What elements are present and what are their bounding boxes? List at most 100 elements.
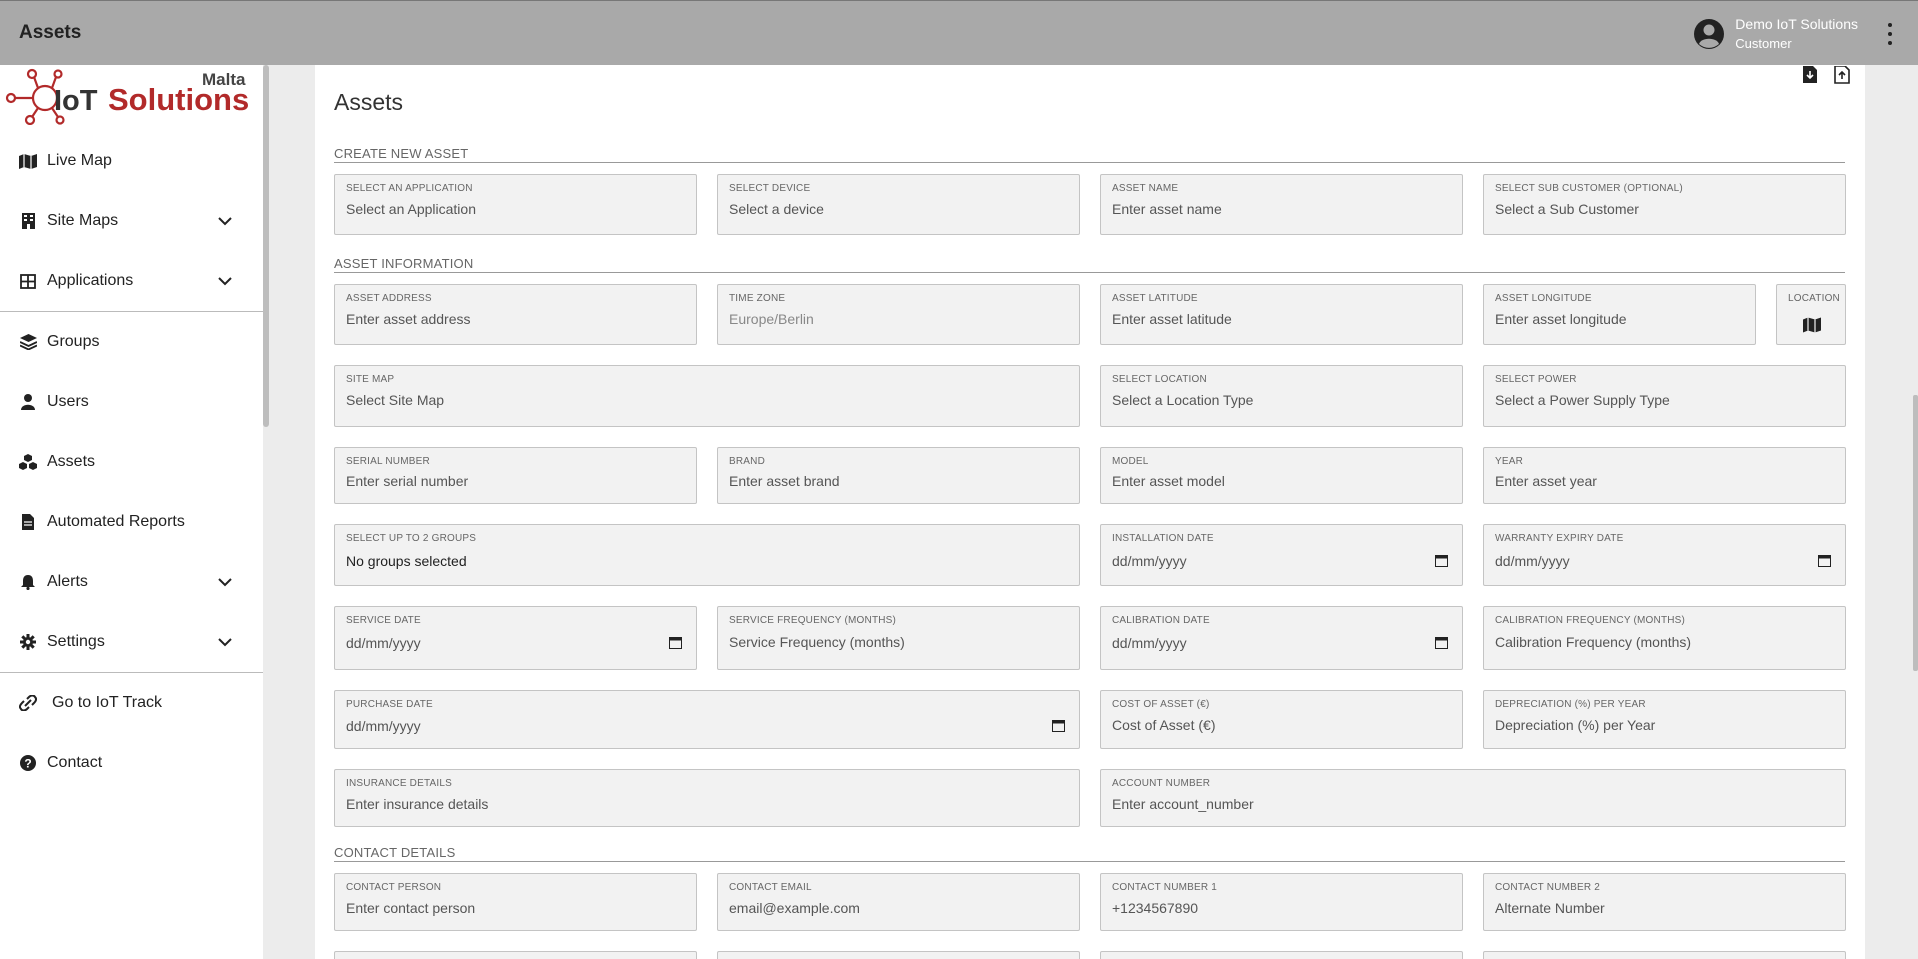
sidebar-item-label: Automated Reports [47, 513, 185, 530]
form-field[interactable] [1100, 951, 1463, 959]
sidebar-item-site-maps[interactable]: Site Maps [0, 191, 263, 251]
file-icon [18, 513, 38, 531]
asset-address-input[interactable]: ASSET ADDRESS Enter asset address [334, 284, 697, 345]
sidebar-scrollbar[interactable] [263, 65, 269, 427]
chevron-down-icon[interactable] [217, 273, 233, 289]
help-icon: ? [18, 754, 38, 772]
chevron-down-icon[interactable] [217, 574, 233, 590]
insurance-details-input[interactable]: INSURANCE DETAILS Enter insurance detail… [334, 769, 1080, 827]
user-role: Customer [1735, 36, 1792, 51]
calendar-icon[interactable] [1435, 554, 1448, 567]
cost-of-asset-input[interactable]: COST OF ASSET (€) Cost of Asset (€) [1100, 690, 1463, 749]
sidebar-item-contact[interactable]: ? Contact [0, 733, 263, 793]
location-picker-button[interactable]: LOCATION [1776, 284, 1846, 345]
device-select[interactable]: SELECT DEVICE Select a device [717, 174, 1080, 235]
main-scrollbar[interactable] [1913, 395, 1918, 671]
groups-select[interactable]: SELECT UP TO 2 GROUPS No groups selected [334, 524, 1080, 586]
contact-number-1-input[interactable]: CONTACT NUMBER 1 +1234567890 [1100, 873, 1463, 931]
sidebar-item-label: Site Maps [47, 212, 119, 229]
calibration-date-input[interactable]: CALIBRATION DATE dd/mm/yyyy [1100, 606, 1463, 670]
contact-email-input[interactable]: CONTACT EMAIL email@example.com [717, 873, 1080, 931]
building-icon [18, 212, 38, 230]
sidebar-item-label: Alerts [47, 573, 88, 590]
sidebar-item-automated-reports[interactable]: Automated Reports [0, 492, 263, 552]
sidebar-item-label: Go to IoT Track [52, 694, 162, 711]
calendar-icon[interactable] [669, 636, 682, 649]
form-field[interactable] [334, 951, 697, 959]
warranty-expiry-date-input[interactable]: WARRANTY EXPIRY DATE dd/mm/yyyy [1483, 524, 1846, 586]
service-date-input[interactable]: SERVICE DATE dd/mm/yyyy [334, 606, 697, 670]
calendar-icon[interactable] [1818, 554, 1831, 567]
sidebar: IoT Solutions Malta Live Map Site Maps A… [0, 65, 263, 959]
sidebar-item-settings[interactable]: Settings [0, 612, 263, 672]
section-contact-details: CONTACT DETAILS [334, 845, 1845, 862]
chevron-down-icon[interactable] [217, 213, 233, 229]
form-field[interactable] [717, 951, 1080, 959]
sidebar-item-label: Contact [47, 754, 103, 771]
top-bar: Assets Demo IoT Solutions Customer [0, 0, 1918, 65]
upload-icon[interactable] [1834, 66, 1850, 84]
grid-icon [18, 272, 38, 290]
calibration-frequency-input[interactable]: CALIBRATION FREQUENCY (MONTHS) Calibrati… [1483, 606, 1846, 670]
asset-longitude-input[interactable]: ASSET LONGITUDE Enter asset longitude [1483, 284, 1756, 345]
purchase-date-input[interactable]: PURCHASE DATE dd/mm/yyyy [334, 690, 1080, 749]
sidebar-item-label: Users [47, 393, 89, 410]
more-options-icon[interactable] [1886, 23, 1894, 45]
main-panel: Assets CREATE NEW ASSET SELECT AN APPLIC… [315, 65, 1865, 959]
sidebar-item-users[interactable]: Users [0, 372, 263, 432]
chevron-down-icon[interactable] [217, 634, 233, 650]
sidebar-item-label: Assets [47, 453, 96, 470]
contact-person-input[interactable]: CONTACT PERSON Enter contact person [334, 873, 697, 931]
gear-icon [18, 633, 38, 651]
cubes-icon [18, 453, 38, 471]
power-supply-select[interactable]: SELECT POWER Select a Power Supply Type [1483, 365, 1846, 427]
section-create-new-asset: CREATE NEW ASSET [334, 146, 1845, 163]
model-input[interactable]: MODEL Enter asset model [1100, 447, 1463, 504]
brand-input[interactable]: BRAND Enter asset brand [717, 447, 1080, 504]
sidebar-item-assets[interactable]: Assets [0, 432, 263, 492]
calendar-icon[interactable] [1052, 719, 1065, 732]
app-title: Assets [19, 22, 82, 43]
contact-number-2-input[interactable]: CONTACT NUMBER 2 Alternate Number [1483, 873, 1846, 931]
svg-text:Malta: Malta [202, 70, 246, 89]
asset-name-input[interactable]: ASSET NAME Enter asset name [1100, 174, 1463, 235]
sidebar-item-applications[interactable]: Applications [0, 251, 263, 311]
sidebar-item-go-to-iot-track[interactable]: Go to IoT Track [0, 673, 263, 733]
sidebar-item-label: Live Map [47, 152, 112, 169]
sub-customer-select[interactable]: SELECT SUB CUSTOMER (OPTIONAL) Select a … [1483, 174, 1846, 235]
download-icon[interactable] [1802, 66, 1818, 84]
map-icon [18, 152, 38, 170]
sidebar-item-groups[interactable]: Groups [0, 312, 263, 372]
layers-icon [18, 333, 38, 351]
application-select[interactable]: SELECT AN APPLICATION Select an Applicat… [334, 174, 697, 235]
service-frequency-input[interactable]: SERVICE FREQUENCY (MONTHS) Service Frequ… [717, 606, 1080, 670]
sidebar-item-label: Groups [47, 333, 100, 350]
page-title: Assets [334, 89, 404, 115]
site-map-select[interactable]: SITE MAP Select Site Map [334, 365, 1080, 427]
bell-icon [18, 573, 38, 591]
iot-solutions-logo: IoT Solutions Malta [5, 68, 249, 125]
sidebar-item-label: Settings [47, 633, 105, 650]
user-menu[interactable]: Demo IoT Solutions Customer [1693, 15, 1858, 53]
svg-text:?: ? [24, 757, 31, 771]
depreciation-input[interactable]: DEPRECIATION (%) PER YEAR Depreciation (… [1483, 690, 1846, 749]
svg-text:IoT: IoT [54, 85, 98, 117]
timezone-input[interactable]: TIME ZONE Europe/Berlin [717, 284, 1080, 345]
link-icon [18, 694, 38, 712]
calendar-icon[interactable] [1435, 636, 1448, 649]
user-avatar-icon [1694, 19, 1725, 49]
sidebar-nav: Live Map Site Maps Applications Groups U… [0, 131, 263, 793]
installation-date-input[interactable]: INSTALLATION DATE dd/mm/yyyy [1100, 524, 1463, 586]
user-name: Demo IoT Solutions [1735, 16, 1858, 32]
section-asset-information: ASSET INFORMATION [334, 256, 1845, 273]
sidebar-item-alerts[interactable]: Alerts [0, 552, 263, 612]
year-input[interactable]: YEAR Enter asset year [1483, 447, 1846, 504]
map-icon [1803, 317, 1821, 333]
sidebar-item-live-map[interactable]: Live Map [0, 131, 263, 191]
user-icon [18, 393, 38, 411]
form-field[interactable] [1483, 951, 1846, 959]
asset-latitude-input[interactable]: ASSET LATITUDE Enter asset latitude [1100, 284, 1463, 345]
serial-number-input[interactable]: SERIAL NUMBER Enter serial number [334, 447, 697, 504]
location-type-select[interactable]: SELECT LOCATION Select a Location Type [1100, 365, 1463, 427]
account-number-input[interactable]: ACCOUNT NUMBER Enter account_number [1100, 769, 1846, 827]
